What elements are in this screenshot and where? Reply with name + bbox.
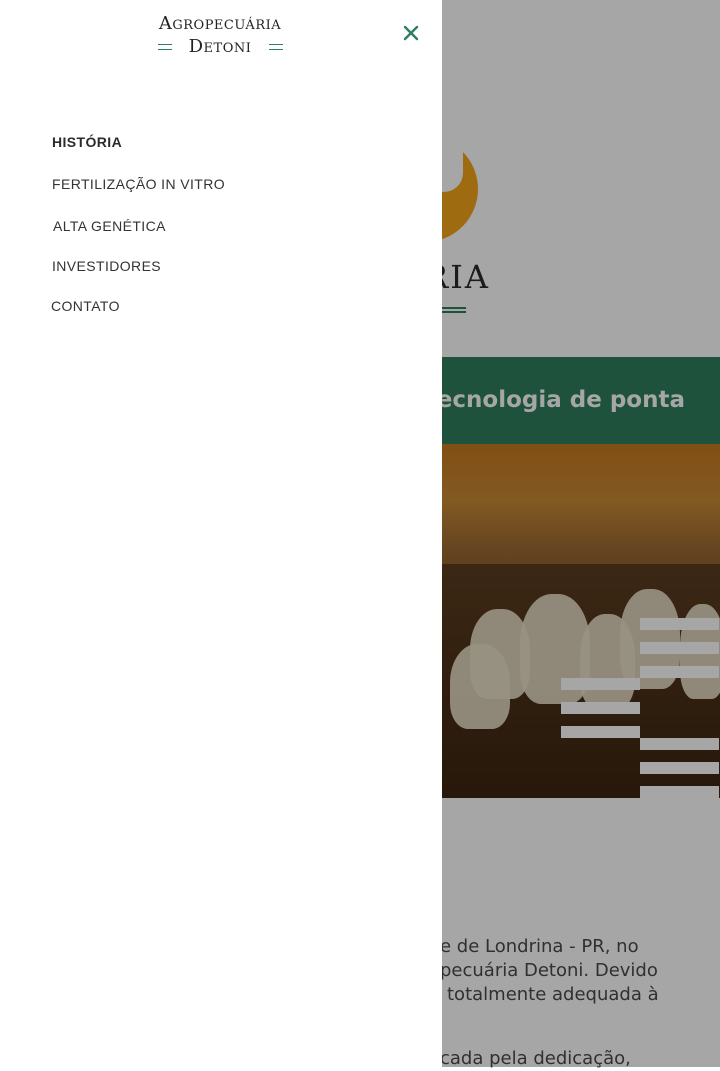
brand-dash-icon — [158, 44, 172, 50]
brand-line2: Detoni — [188, 36, 252, 57]
brand-line2-wrap: Detoni — [120, 36, 320, 58]
menu-item-fertilizacao[interactable]: FERTILIZAÇÃO IN VITRO — [52, 176, 225, 192]
menu-item-investidores[interactable]: INVESTIDORES — [52, 258, 161, 274]
menu-item-contato[interactable]: CONTATO — [51, 298, 120, 314]
brand-dash-icon — [269, 44, 283, 50]
close-icon — [403, 25, 419, 41]
close-menu-button[interactable] — [398, 20, 424, 46]
navigation-drawer: Agropecuária Detoni HISTÓRIA FERTILIZAÇÃ… — [0, 0, 442, 1067]
brand-logo[interactable]: Agropecuária Detoni — [120, 12, 320, 58]
menu-item-alta-genetica[interactable]: ALTA GENÉTICA — [53, 218, 166, 234]
menu-item-historia[interactable]: HISTÓRIA — [52, 134, 122, 150]
brand-line1: Agropecuária — [158, 13, 282, 34]
